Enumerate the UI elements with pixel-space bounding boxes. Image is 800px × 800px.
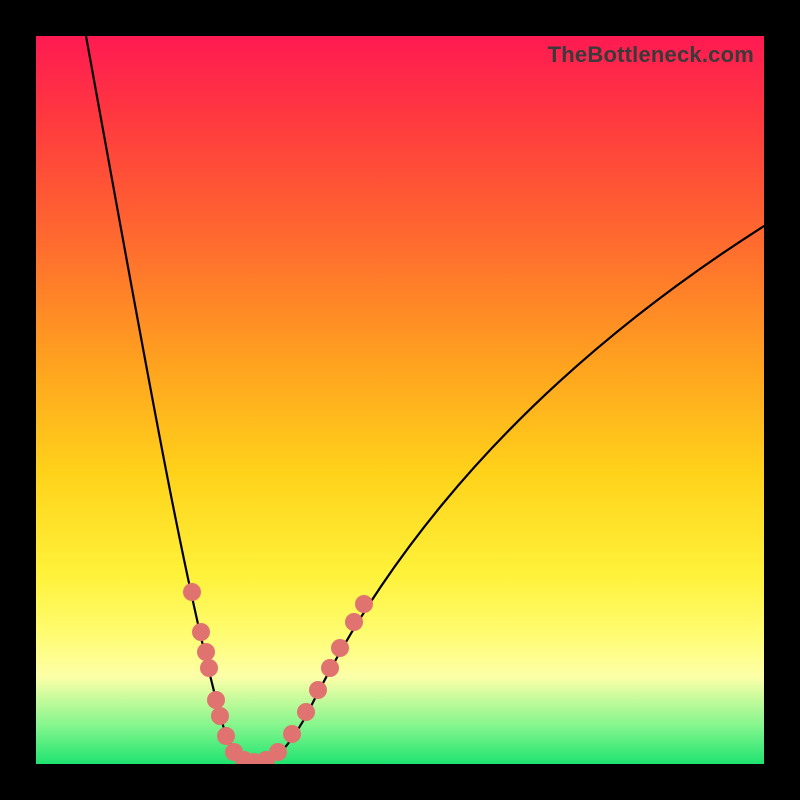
bead	[211, 707, 229, 725]
chart-plot-area: TheBottleneck.com	[36, 36, 764, 764]
bottleneck-curve	[86, 36, 764, 762]
bead	[331, 639, 349, 657]
bead	[217, 727, 235, 745]
bead	[225, 743, 243, 761]
bead	[283, 725, 301, 743]
bead	[345, 613, 363, 631]
bead	[309, 681, 327, 699]
bead	[257, 751, 275, 764]
bead	[235, 751, 253, 764]
bead	[207, 691, 225, 709]
bead	[355, 595, 373, 613]
bead	[192, 623, 210, 641]
bead	[245, 753, 263, 764]
bead	[183, 583, 201, 601]
bead	[321, 659, 339, 677]
bead	[297, 703, 315, 721]
bead-group	[183, 583, 373, 764]
bead	[200, 659, 218, 677]
bead	[197, 643, 215, 661]
bead	[269, 743, 287, 761]
chart-svg	[36, 36, 764, 764]
chart-frame: TheBottleneck.com	[0, 0, 800, 800]
watermark-text: TheBottleneck.com	[548, 42, 754, 68]
